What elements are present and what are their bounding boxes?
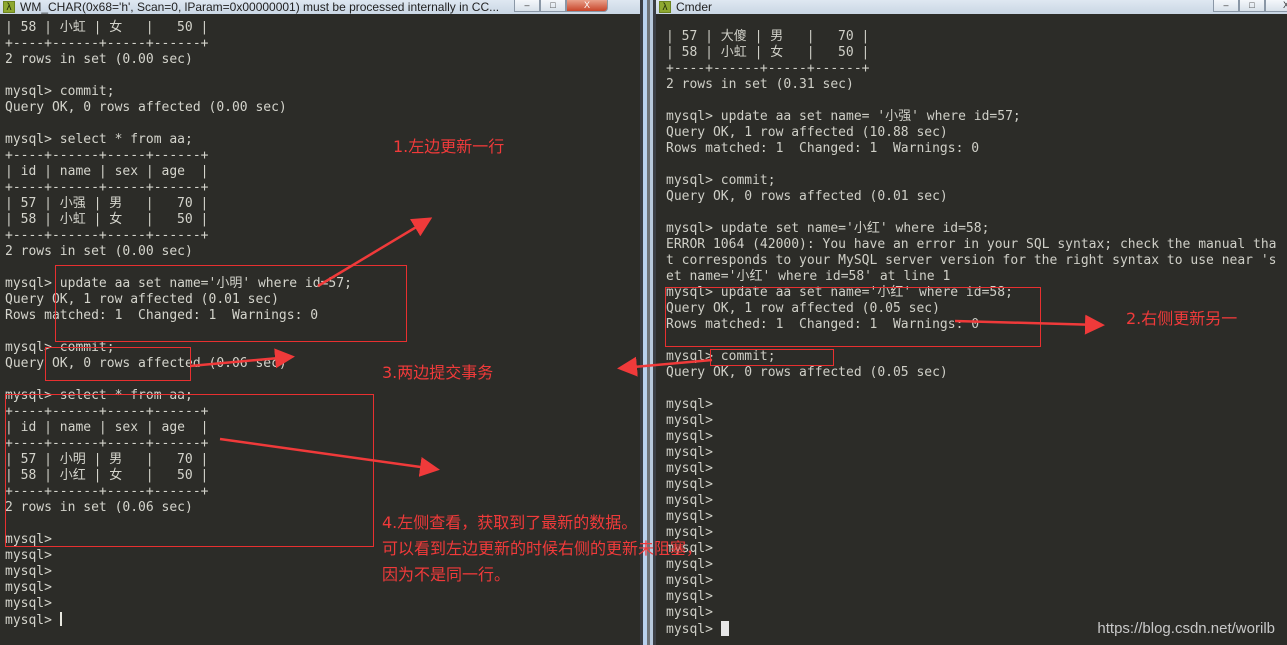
terminal-line: | 57 | 大傻 | 男 | 70 | xyxy=(666,29,870,44)
terminal-line: Query OK, 0 rows affected (0.05 sec) xyxy=(666,365,948,380)
terminal-line: mysql> update set name='小红' where id=58; xyxy=(666,221,990,236)
terminal-line: +----+------+-----+------+ xyxy=(5,180,209,195)
minimize-button[interactable]: – xyxy=(1213,0,1239,12)
minimize-button[interactable]: – xyxy=(514,0,540,12)
cmder-lambda-icon: λ xyxy=(659,1,671,13)
terminal-line: mysql> select * from aa; xyxy=(5,132,193,147)
terminal-line: mysql> xyxy=(666,605,713,620)
terminal-line: mysql> xyxy=(666,493,713,508)
highlight-box-left-select xyxy=(5,394,374,547)
terminal-line: mysql> xyxy=(666,397,713,412)
terminal-line: et name='小红' where id=58' at line 1 xyxy=(666,269,951,284)
watermark: https://blog.csdn.net/worilb xyxy=(1097,620,1275,637)
close-button[interactable]: X xyxy=(566,0,608,12)
highlight-box-left-commit xyxy=(45,347,191,381)
terminal-line: Query OK, 1 row affected (10.88 sec) xyxy=(666,125,948,140)
terminal-line: | id | name | sex | age | xyxy=(5,164,209,179)
close-button[interactable]: X xyxy=(1265,0,1287,12)
annotation-step1: 1.左边更新一行 xyxy=(393,137,505,156)
terminal-line: mysql> xyxy=(666,573,713,588)
terminal-line: mysql> update aa set name= '小强' where id… xyxy=(666,109,1021,124)
annotation-step4-line1: 4.左侧查看，获取到了最新的数据。 xyxy=(382,513,638,532)
terminal-line: ERROR 1064 (42000): You have an error in… xyxy=(666,237,1277,252)
terminal-line: 2 rows in set (0.00 sec) xyxy=(5,244,193,259)
terminal-line: +----+------+-----+------+ xyxy=(666,61,870,76)
highlight-box-right-commit xyxy=(710,349,834,366)
annotation-step2: 2.右侧更新另一 xyxy=(1126,309,1238,328)
text-cursor xyxy=(720,621,729,636)
terminal-line: Rows matched: 1 Changed: 1 Warnings: 0 xyxy=(666,141,980,156)
terminal-line: mysql> xyxy=(666,413,713,428)
terminal-line: 2 rows in set (0.31 sec) xyxy=(666,77,854,92)
terminal-line: mysql> xyxy=(666,461,713,476)
terminal-line: mysql> xyxy=(666,477,713,492)
terminal-line: mysql> xyxy=(666,525,713,540)
terminal-line: +----+------+-----+------+ xyxy=(5,36,209,51)
cmder-lambda-icon: λ xyxy=(3,1,15,13)
text-cursor xyxy=(59,612,62,626)
terminal-line: 2 rows in set (0.00 sec) xyxy=(5,52,193,67)
terminal-line: mysql> xyxy=(666,589,713,604)
annotation-step4-line3: 因为不是同一行。 xyxy=(382,565,511,584)
right-window-titlebar[interactable]: λ Cmder – □ X xyxy=(656,0,1287,14)
highlight-box-right-update xyxy=(665,287,1041,347)
maximize-button[interactable]: □ xyxy=(540,0,566,12)
terminal-line: mysql> xyxy=(5,564,52,579)
terminal-line: mysql> xyxy=(666,429,713,444)
terminal-line: mysql> xyxy=(666,541,713,556)
left-window-title: WM_CHAR(0x68='h', Scan=0, lParam=0x00000… xyxy=(20,0,500,14)
terminal-line: | 57 | 小强 | 男 | 70 | xyxy=(5,196,209,211)
terminal-line: mysql> xyxy=(666,557,713,572)
terminal-line: t corresponds to your MySQL server versi… xyxy=(666,253,1277,268)
highlight-box-left-update xyxy=(55,265,407,342)
annotation-step4-line2: 可以看到左边更新的时候右侧的更新未阻塞， xyxy=(382,539,703,558)
right-window-title: Cmder xyxy=(676,0,713,14)
left-window-titlebar[interactable]: λ WM_CHAR(0x68='h', Scan=0, lParam=0x000… xyxy=(0,0,640,14)
terminal-line: | 58 | 小虹 | 女 | 50 | xyxy=(5,20,209,35)
terminal-line: mysql> xyxy=(666,509,713,524)
annotation-step3: 3.两边提交事务 xyxy=(382,363,494,382)
terminal-line: | 58 | 小虹 | 女 | 50 | xyxy=(666,45,870,60)
terminal-line: mysql> commit; xyxy=(5,84,115,99)
terminal-line: Query OK, 0 rows affected (0.01 sec) xyxy=(666,189,948,204)
terminal-line: Query OK, 0 rows affected (0.00 sec) xyxy=(5,100,287,115)
terminal-line: mysql> xyxy=(666,445,713,460)
terminal-line: mysql> xyxy=(5,580,52,595)
terminal-line: mysql> commit; xyxy=(666,173,776,188)
terminal-line: +----+------+-----+------+ xyxy=(5,228,209,243)
terminal-line: mysql> xyxy=(5,596,52,611)
maximize-button[interactable]: □ xyxy=(1239,0,1265,12)
terminal-line: mysql> xyxy=(5,612,62,628)
terminal-line: +----+------+-----+------+ xyxy=(5,148,209,163)
terminal-line: | 58 | 小虹 | 女 | 50 | xyxy=(5,212,209,227)
